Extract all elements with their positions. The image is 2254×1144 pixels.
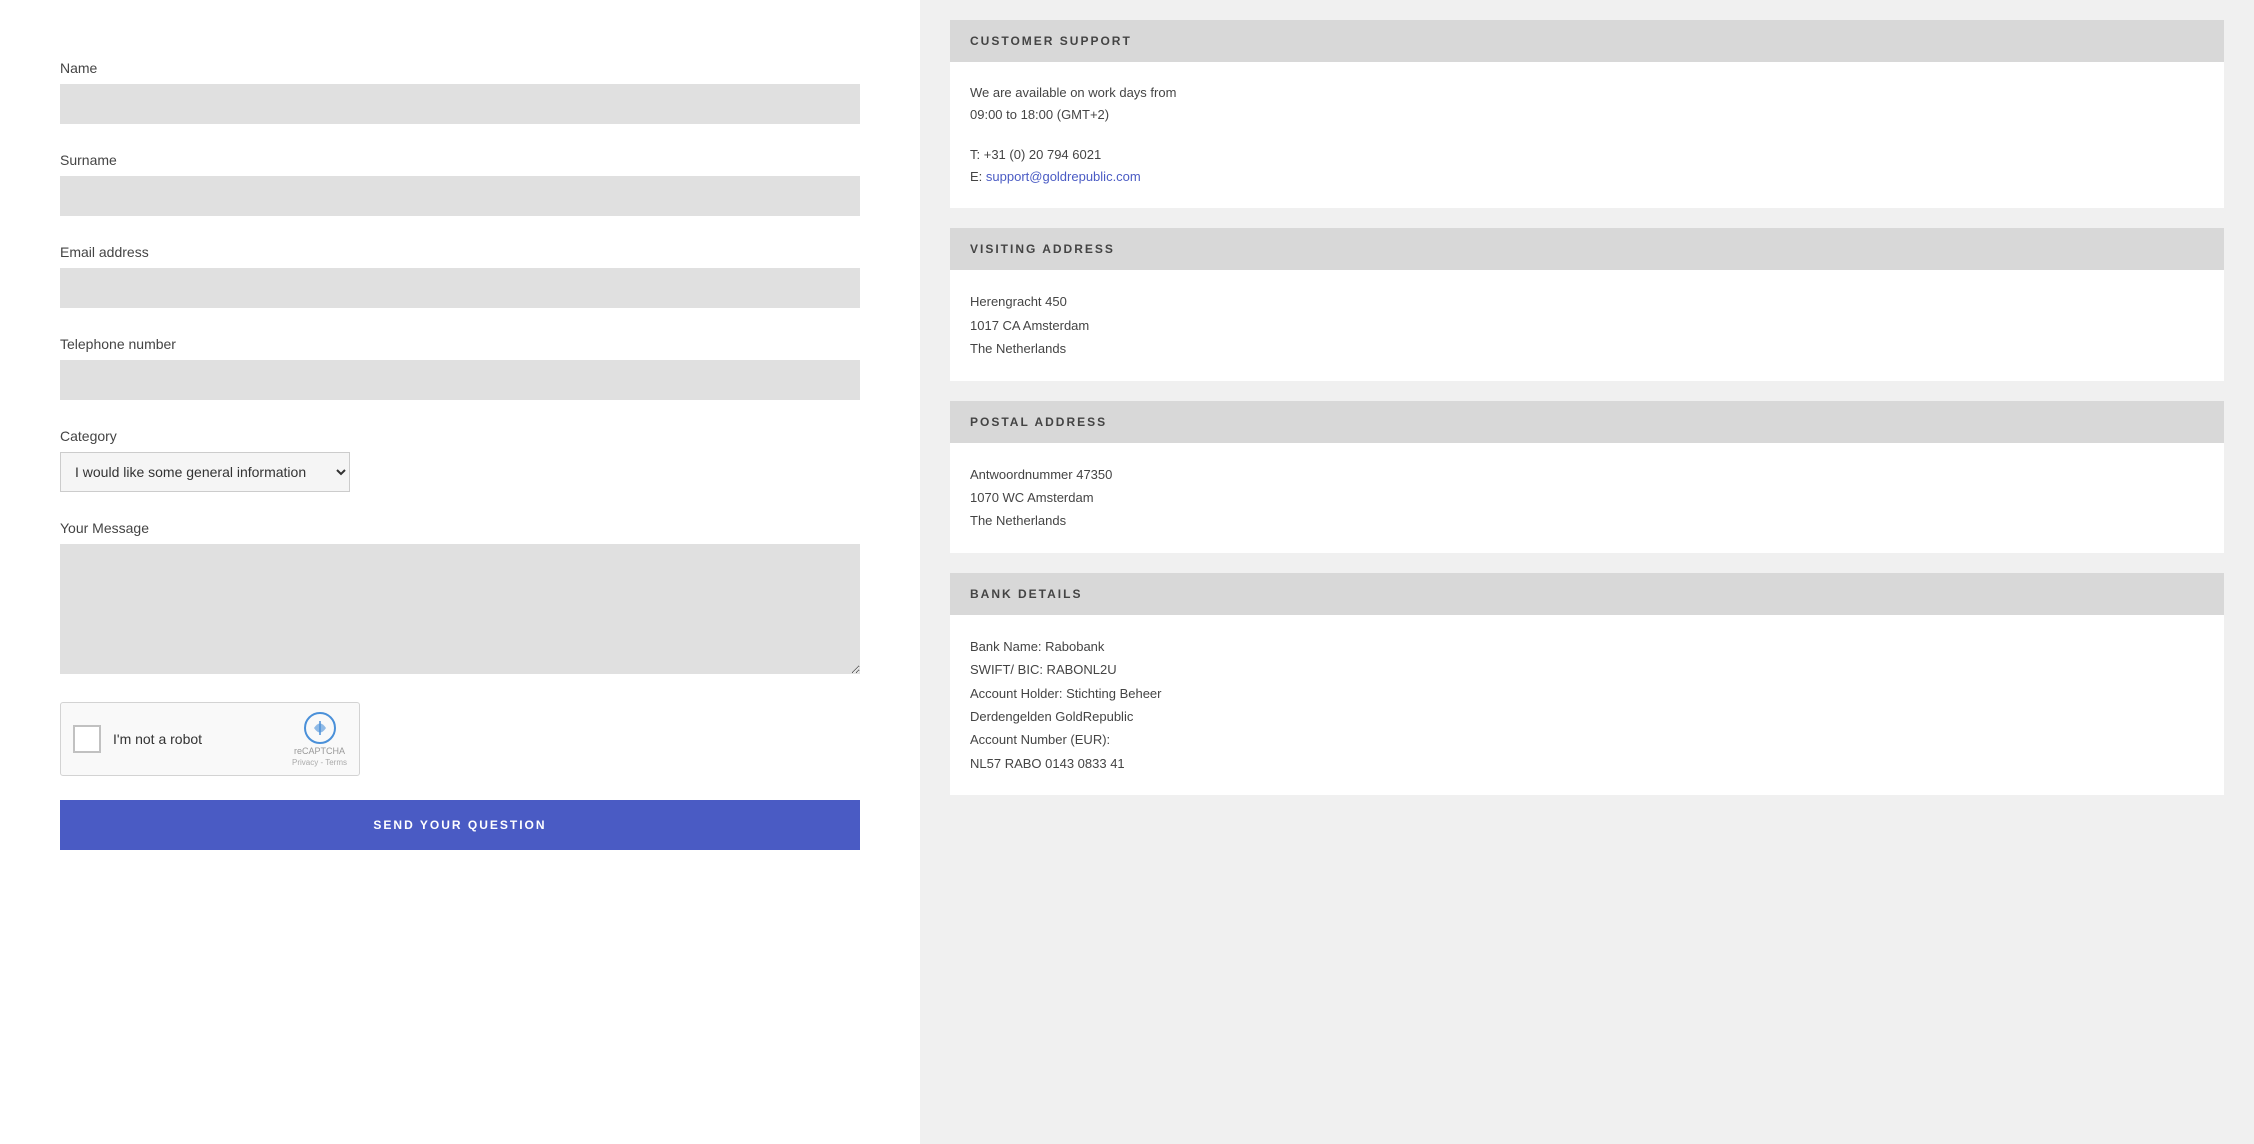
info-panel: CUSTOMER SUPPORT We are available on wor… bbox=[920, 0, 2254, 1144]
bank-line6: NL57 RABO 0143 0833 41 bbox=[970, 752, 2204, 775]
support-email-link[interactable]: support@goldrepublic.com bbox=[986, 169, 1141, 184]
bank-line5: Account Number (EUR): bbox=[970, 728, 2204, 751]
bank-details-header: BANK DETAILS bbox=[950, 573, 2224, 615]
name-input[interactable] bbox=[60, 84, 860, 124]
name-group: Name bbox=[60, 60, 860, 124]
customer-support-section: CUSTOMER SUPPORT We are available on wor… bbox=[950, 20, 2224, 208]
message-textarea[interactable] bbox=[60, 544, 860, 674]
availability-text: We are available on work days from 09:00… bbox=[970, 82, 2204, 126]
telephone-group: Telephone number bbox=[60, 336, 860, 400]
bank-line2: SWIFT/ BIC: RABONL2U bbox=[970, 658, 2204, 681]
surname-label: Surname bbox=[60, 152, 860, 168]
email-group: Email address bbox=[60, 244, 860, 308]
recaptcha-checkbox[interactable] bbox=[73, 725, 101, 753]
postal-address-header: POSTAL ADDRESS bbox=[950, 401, 2224, 443]
main-container: Name Surname Email address Telephone num… bbox=[0, 0, 2254, 1144]
bank-line1: Bank Name: Rabobank bbox=[970, 635, 2204, 658]
surname-input[interactable] bbox=[60, 176, 860, 216]
customer-support-body: We are available on work days from 09:00… bbox=[950, 62, 2224, 208]
email-input[interactable] bbox=[60, 268, 860, 308]
recaptcha-box[interactable]: I'm not a robot reCAPTCHA Privacy - Term… bbox=[60, 702, 360, 776]
visiting-address-body: Herengracht 450 1017 CA Amsterdam The Ne… bbox=[950, 270, 2224, 380]
email-text: E: support@goldrepublic.com bbox=[970, 166, 2204, 188]
postal-line3: The Netherlands bbox=[970, 509, 2204, 532]
email-label: Email address bbox=[60, 244, 860, 260]
visiting-address-section: VISITING ADDRESS Herengracht 450 1017 CA… bbox=[950, 228, 2224, 380]
bank-line4: Derdengelden GoldRepublic bbox=[970, 705, 2204, 728]
visiting-line1: Herengracht 450 bbox=[970, 290, 2204, 313]
category-group: Category I would like some general infor… bbox=[60, 428, 860, 492]
bank-details-body: Bank Name: Rabobank SWIFT/ BIC: RABONL2U… bbox=[950, 615, 2224, 795]
visiting-line3: The Netherlands bbox=[970, 337, 2204, 360]
customer-support-header: CUSTOMER SUPPORT bbox=[950, 20, 2224, 62]
surname-group: Surname bbox=[60, 152, 860, 216]
recaptcha-brand: reCAPTCHA bbox=[294, 746, 345, 756]
telephone-input[interactable] bbox=[60, 360, 860, 400]
bank-details-section: BANK DETAILS Bank Name: Rabobank SWIFT/ … bbox=[950, 573, 2224, 795]
form-panel: Name Surname Email address Telephone num… bbox=[0, 0, 920, 1144]
name-label: Name bbox=[60, 60, 860, 76]
postal-address-section: POSTAL ADDRESS Antwoordnummer 47350 1070… bbox=[950, 401, 2224, 553]
recaptcha-terms: Privacy - Terms bbox=[292, 758, 347, 767]
postal-line2: 1070 WC Amsterdam bbox=[970, 486, 2204, 509]
visiting-line2: 1017 CA Amsterdam bbox=[970, 314, 2204, 337]
recaptcha-logo: reCAPTCHA Privacy - Terms bbox=[292, 712, 347, 767]
category-select[interactable]: I would like some general information Or… bbox=[60, 452, 350, 492]
submit-button[interactable]: SEND YOUR QUESTION bbox=[60, 800, 860, 850]
postal-address-body: Antwoordnummer 47350 1070 WC Amsterdam T… bbox=[950, 443, 2224, 553]
phone-text: T: +31 (0) 20 794 6021 bbox=[970, 144, 2204, 166]
category-label: Category bbox=[60, 428, 860, 444]
bank-line3: Account Holder: Stichting Beheer bbox=[970, 682, 2204, 705]
recaptcha-label: I'm not a robot bbox=[113, 731, 280, 747]
visiting-address-header: VISITING ADDRESS bbox=[950, 228, 2224, 270]
message-label: Your Message bbox=[60, 520, 860, 536]
telephone-label: Telephone number bbox=[60, 336, 860, 352]
postal-line1: Antwoordnummer 47350 bbox=[970, 463, 2204, 486]
message-group: Your Message bbox=[60, 520, 860, 674]
